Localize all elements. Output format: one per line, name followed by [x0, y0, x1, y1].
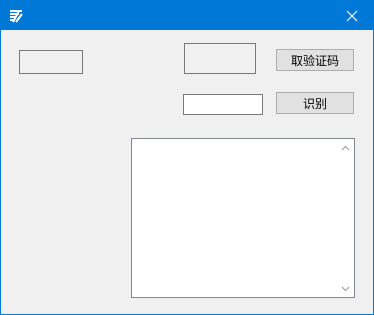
chevron-down-icon [341, 286, 350, 291]
title-bar[interactable] [1, 1, 373, 30]
chevron-up-icon [341, 145, 350, 150]
scroll-down-button[interactable] [337, 280, 354, 297]
close-button[interactable] [331, 1, 373, 30]
app-logo-icon [10, 10, 23, 23]
get-captcha-button[interactable]: 取验证码 [276, 49, 354, 71]
client-area: 取验证码 识别 [1, 30, 373, 314]
left-image-panel [19, 50, 83, 74]
scroll-up-button[interactable] [337, 139, 354, 156]
vertical-scrollbar[interactable] [337, 139, 354, 297]
main-window: 取验证码 识别 [0, 0, 374, 315]
result-textbox[interactable] [131, 138, 355, 298]
captcha-image-box [184, 43, 256, 74]
recognize-button[interactable]: 识别 [276, 92, 354, 114]
result-textarea[interactable] [132, 139, 336, 297]
close-icon [346, 10, 358, 21]
captcha-input[interactable] [183, 94, 263, 115]
